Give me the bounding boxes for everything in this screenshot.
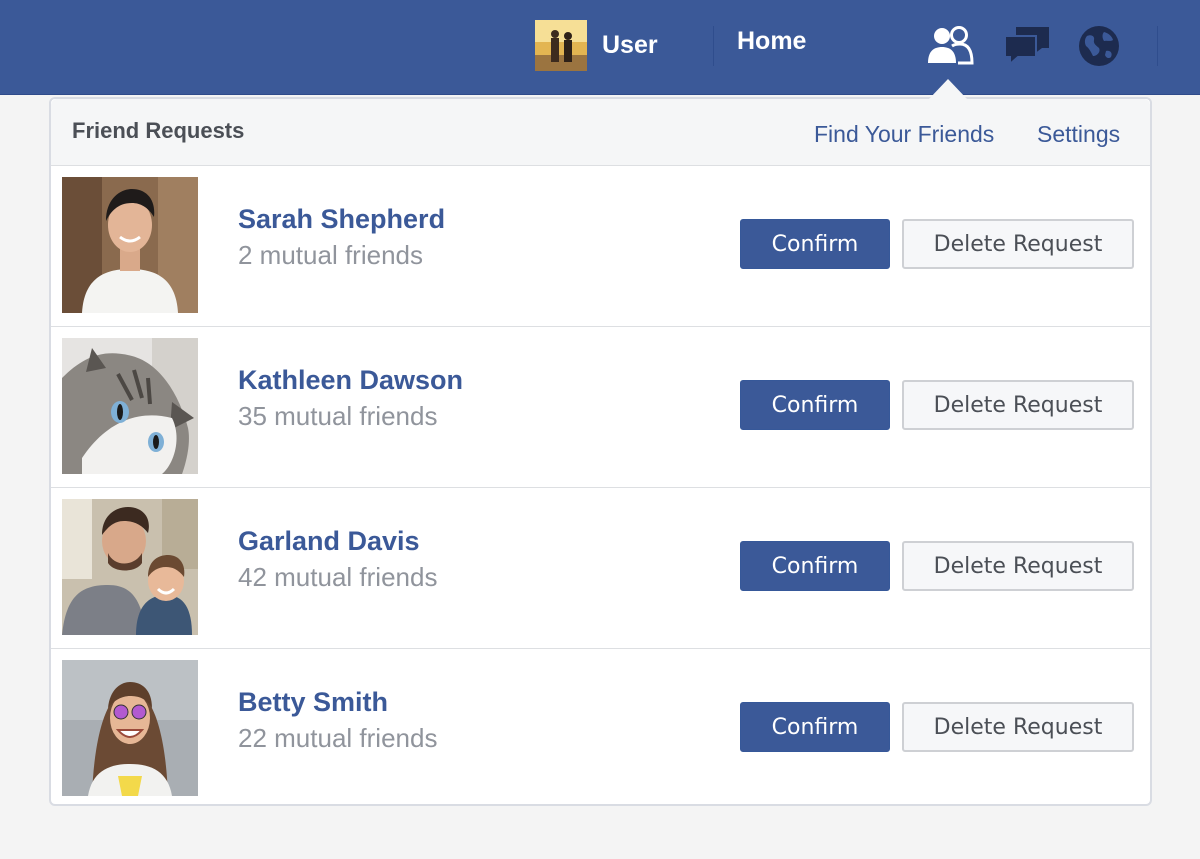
- request-name[interactable]: Betty Smith: [238, 687, 388, 718]
- messages-icon[interactable]: [1001, 24, 1053, 68]
- request-name[interactable]: Kathleen Dawson: [238, 365, 463, 396]
- request-list: Sarah Shepherd 2 mutual friends Confirm …: [51, 166, 1150, 810]
- panel-title: Friend Requests: [72, 118, 245, 143]
- delete-request-button[interactable]: Delete Request: [902, 541, 1134, 591]
- nav-divider: [713, 26, 714, 66]
- mutual-friends-count: 2 mutual friends: [238, 240, 423, 270]
- request-name[interactable]: Sarah Shepherd: [238, 204, 445, 235]
- panel-header: Friend Requests Find Your Friends Settin…: [51, 99, 1150, 166]
- confirm-button[interactable]: Confirm: [740, 380, 890, 430]
- delete-request-button[interactable]: Delete Request: [902, 219, 1134, 269]
- request-row: Kathleen Dawson 35 mutual friends Confir…: [51, 327, 1150, 488]
- user-profile-link[interactable]: User: [535, 20, 658, 71]
- user-avatar: [535, 20, 587, 71]
- profile-photo[interactable]: [62, 338, 198, 474]
- confirm-button[interactable]: Confirm: [740, 219, 890, 269]
- settings-link[interactable]: Settings: [1037, 121, 1120, 148]
- friend-requests-panel: Friend Requests Find Your Friends Settin…: [49, 79, 1152, 806]
- mutual-friends-count: 42 mutual friends: [238, 562, 438, 592]
- profile-photo[interactable]: [62, 660, 198, 796]
- find-friends-link[interactable]: Find Your Friends: [814, 121, 994, 148]
- confirm-button[interactable]: Confirm: [740, 541, 890, 591]
- panel-caret: [929, 79, 967, 99]
- delete-request-button[interactable]: Delete Request: [902, 380, 1134, 430]
- profile-photo[interactable]: [62, 177, 198, 313]
- request-row: Betty Smith 22 mutual friends Confirm De…: [51, 649, 1150, 810]
- user-name: User: [602, 31, 658, 59]
- mutual-friends-count: 22 mutual friends: [238, 723, 438, 753]
- top-navbar: User Home: [0, 0, 1200, 95]
- request-name[interactable]: Garland Davis: [238, 526, 420, 557]
- request-row: Garland Davis 42 mutual friends Confirm …: [51, 488, 1150, 649]
- mutual-friends-count: 35 mutual friends: [238, 401, 438, 431]
- profile-photo[interactable]: [62, 499, 198, 635]
- friends-icon[interactable]: [924, 24, 976, 68]
- request-row: Sarah Shepherd 2 mutual friends Confirm …: [51, 166, 1150, 327]
- nav-divider: [1157, 26, 1158, 66]
- globe-icon[interactable]: [1073, 24, 1125, 68]
- home-link[interactable]: Home: [737, 27, 806, 56]
- delete-request-button[interactable]: Delete Request: [902, 702, 1134, 752]
- confirm-button[interactable]: Confirm: [740, 702, 890, 752]
